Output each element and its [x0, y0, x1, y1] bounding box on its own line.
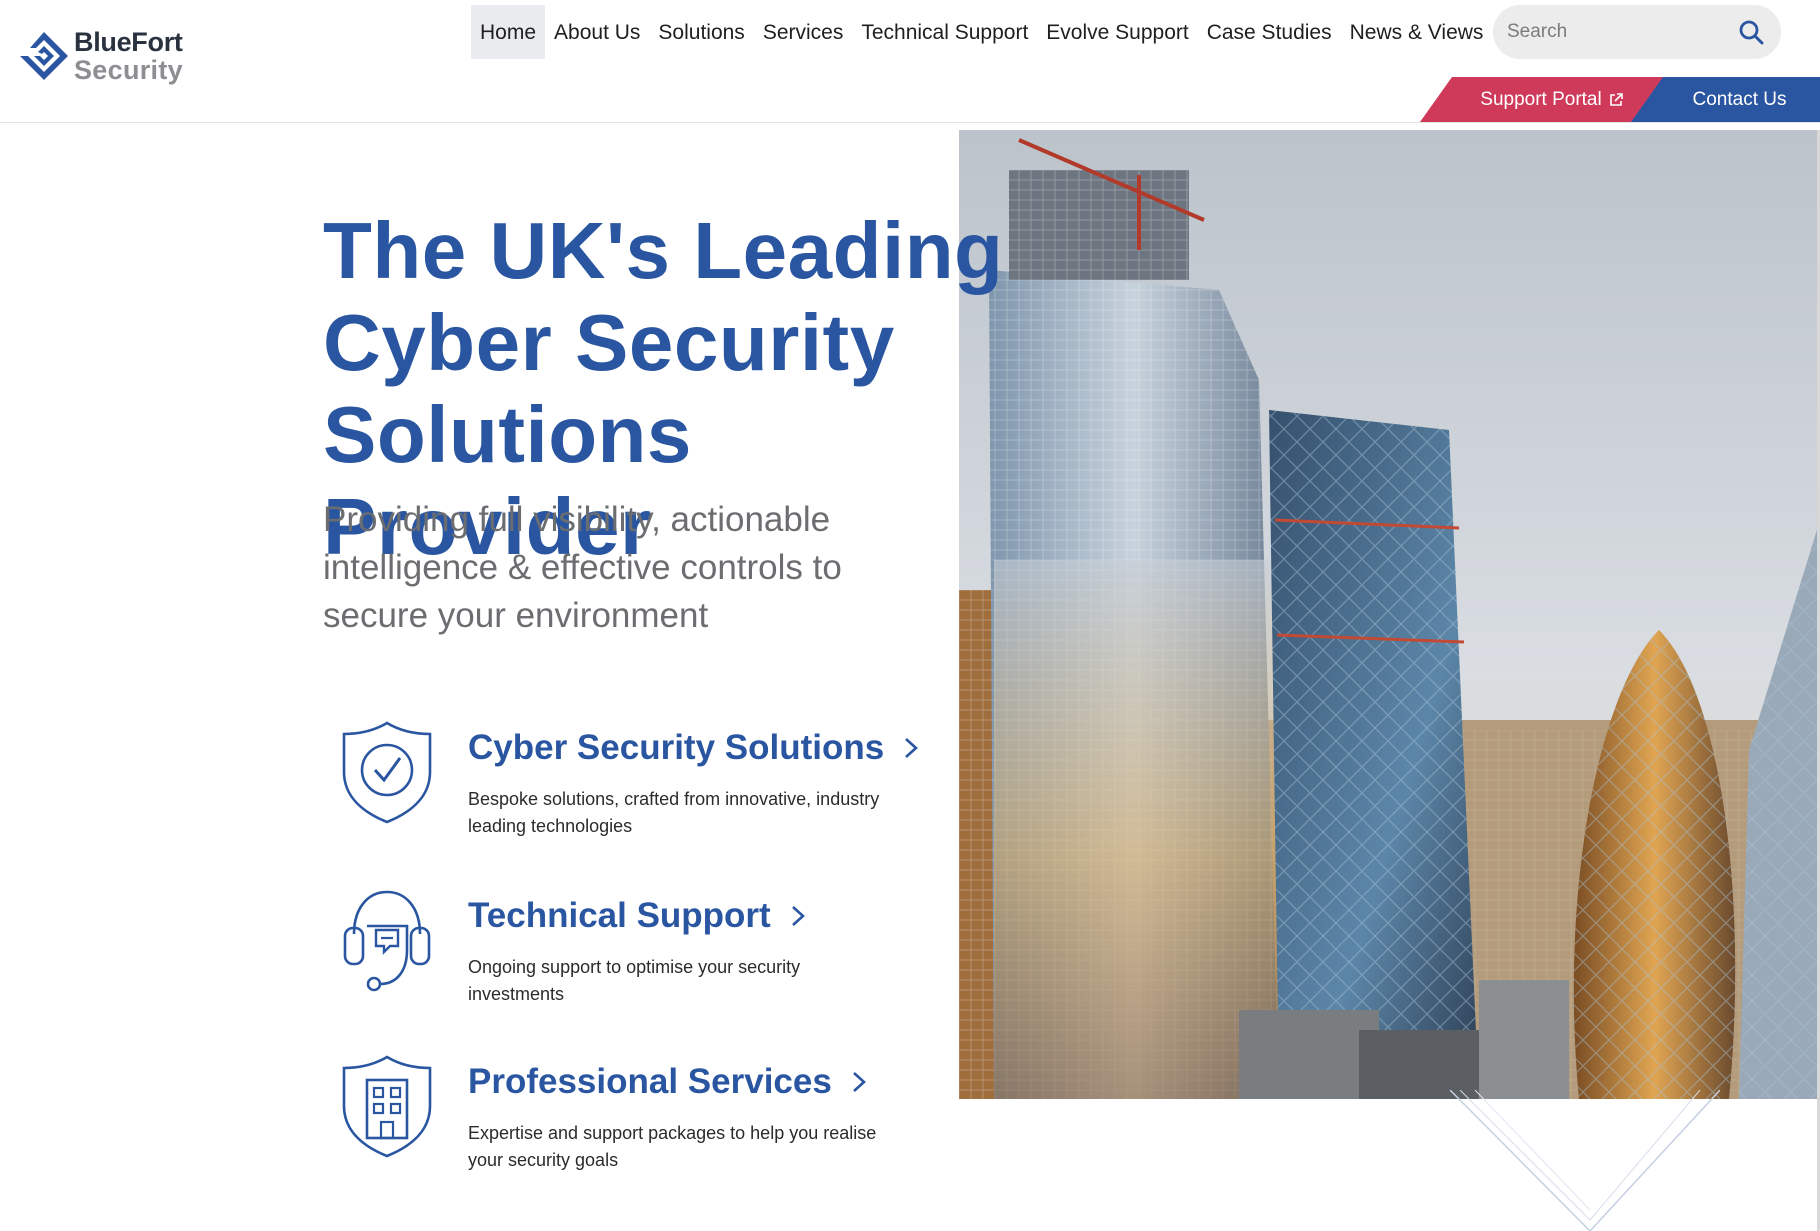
chevron-right-icon — [791, 906, 805, 926]
decorative-lines — [1449, 1090, 1720, 1231]
hero-image — [959, 130, 1820, 1099]
nav-about-us[interactable]: About Us — [545, 5, 649, 59]
logo-text-bluefort: BlueFort — [74, 27, 183, 57]
external-link-icon — [1609, 92, 1623, 106]
feature-link-technical-support[interactable]: Technical Support — [468, 896, 807, 936]
headset-icon — [343, 890, 431, 992]
support-portal-label: Support Portal — [1480, 88, 1602, 110]
chevron-right-icon — [852, 1072, 866, 1092]
nav-solutions[interactable]: Solutions — [649, 5, 753, 59]
feature-title: Technical Support — [468, 896, 771, 935]
feature-link-cyber-security-solutions[interactable]: Cyber Security Solutions — [468, 728, 920, 768]
site-header: BlueFort Security Home About Us Solution… — [0, 0, 1820, 123]
feature-title: Professional Services — [468, 1062, 832, 1101]
feature-description: Expertise and support packages to help y… — [468, 1123, 877, 1170]
shield-check-icon — [342, 721, 432, 824]
search-icon[interactable] — [1738, 19, 1764, 45]
main-nav: Home About Us Solutions Services Technic… — [471, 5, 1492, 59]
nav-evolve-support[interactable]: Evolve Support — [1037, 5, 1197, 59]
chevron-right-icon — [905, 738, 919, 758]
nav-home[interactable]: Home — [471, 5, 546, 59]
feature-link-professional-services[interactable]: Professional Services — [468, 1062, 868, 1102]
skyline-illustration — [959, 130, 1820, 1099]
contact-us-button[interactable]: Contact Us — [1631, 77, 1820, 122]
feature-title: Cyber Security Solutions — [468, 728, 885, 767]
search-input[interactable] — [1507, 18, 1727, 46]
feature-description: Bespoke solutions, crafted from innovati… — [468, 789, 880, 836]
logo-text-security: Security — [74, 55, 183, 85]
contact-us-label: Contact Us — [1692, 88, 1787, 110]
nav-services[interactable]: Services — [754, 5, 853, 59]
nav-technical-support[interactable]: Technical Support — [852, 5, 1037, 59]
shield-building-icon — [342, 1055, 432, 1158]
bluefort-logo[interactable]: BlueFort Security — [18, 28, 183, 84]
search-box — [1493, 5, 1781, 59]
nav-news-views[interactable]: News & Views — [1341, 5, 1493, 59]
logo-diamond-icon — [20, 32, 68, 80]
feature-description: Ongoing support to optimise your securit… — [468, 957, 801, 1004]
hero-subtitle: Providing full visibility, actionable in… — [323, 500, 842, 635]
nav-case-studies[interactable]: Case Studies — [1198, 5, 1341, 59]
